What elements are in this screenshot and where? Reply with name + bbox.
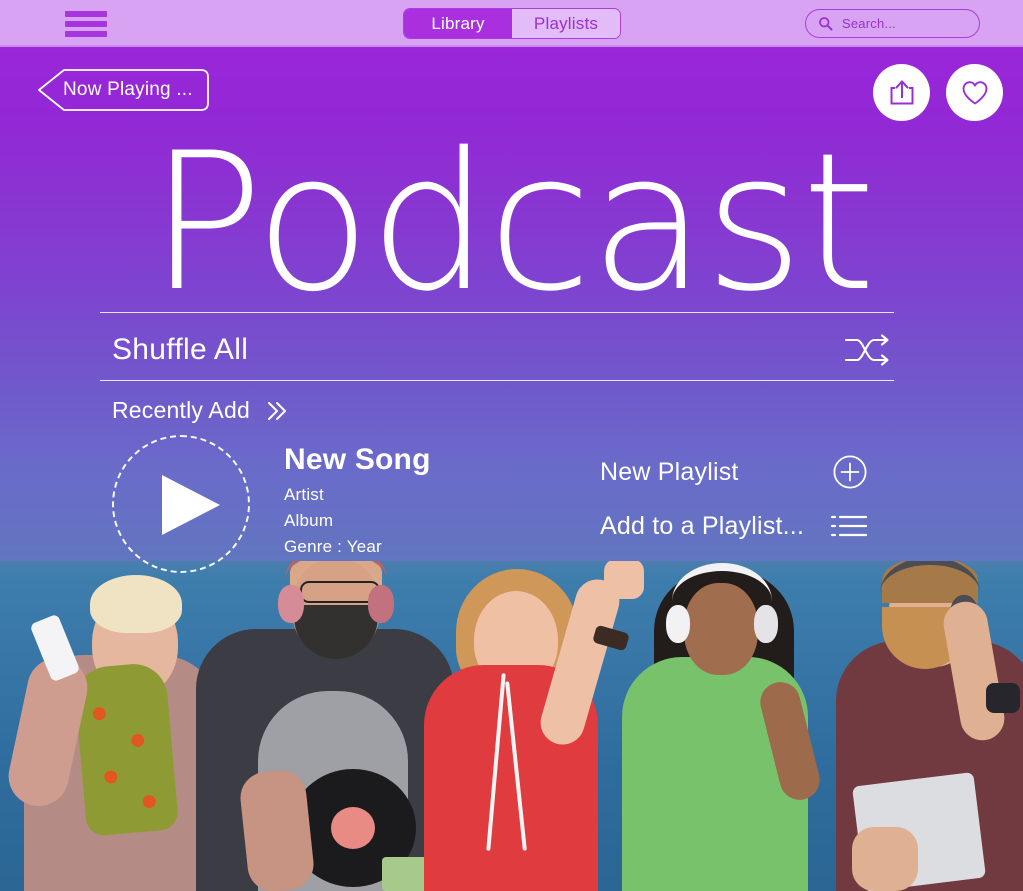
playlist-actions: New Playlist Add to a Playlist...	[600, 445, 868, 553]
hamburger-bar	[65, 31, 107, 37]
tab-library-label: Library	[431, 13, 485, 33]
new-playlist-button[interactable]: New Playlist	[600, 445, 868, 499]
shuffle-icon	[844, 334, 889, 366]
person-hand	[852, 827, 918, 891]
divider-bottom	[100, 380, 894, 381]
page-title: Podcast	[148, 112, 876, 333]
recently-added-label: Recently Add	[112, 397, 250, 423]
play-button[interactable]	[112, 435, 250, 573]
share-button[interactable]	[873, 64, 930, 121]
hero-section: Now Playing ... Podcast Shuffle All Rece…	[0, 45, 1023, 891]
headphone-earcup	[666, 605, 690, 643]
play-icon	[162, 475, 220, 535]
library-playlists-segmented-control[interactable]: Library Playlists	[403, 8, 621, 39]
heart-icon	[962, 80, 987, 104]
song-album: Album	[284, 511, 334, 530]
person-scarf	[72, 661, 180, 837]
wristwatch-prop	[986, 683, 1020, 713]
person-arm	[237, 767, 317, 891]
add-to-playlist-button[interactable]: Add to a Playlist...	[600, 499, 868, 553]
top-navigation-bar: Library Playlists Search...	[0, 0, 1023, 47]
hamburger-bar	[65, 11, 107, 17]
recently-added-link[interactable]: Recently Add	[112, 397, 290, 424]
hamburger-bar	[65, 21, 107, 27]
person-hair	[90, 575, 182, 633]
plus-circle-icon	[833, 455, 867, 489]
new-playlist-label: New Playlist	[600, 457, 739, 486]
song-artist: Artist	[284, 485, 324, 504]
list-icon	[830, 515, 868, 537]
shuffle-all-row[interactable]: Shuffle All	[100, 320, 894, 380]
headphone-earcup	[754, 605, 778, 643]
add-to-playlist-label: Add to a Playlist...	[600, 511, 805, 540]
shuffle-all-label: Shuffle All	[112, 333, 249, 366]
share-icon	[890, 80, 913, 105]
search-placeholder: Search...	[842, 16, 896, 31]
people-listening-photo	[0, 561, 1023, 891]
search-icon	[819, 17, 833, 31]
favorite-button[interactable]	[946, 64, 1003, 121]
tab-playlists-label: Playlists	[533, 13, 599, 33]
headphone-earcup	[278, 585, 304, 623]
song-metadata: New Song Artist Album Genre : Year	[284, 443, 431, 560]
headphones-prop	[284, 561, 388, 591]
double-chevron-right-icon	[267, 401, 286, 420]
now-playing-back-button[interactable]: Now Playing ...	[37, 69, 210, 111]
divider-top	[100, 312, 894, 313]
hamburger-menu-icon[interactable]	[65, 11, 107, 37]
person-figure	[836, 561, 1023, 891]
search-input[interactable]: Search...	[805, 9, 980, 38]
person-figure	[598, 561, 848, 891]
headphone-earcup	[368, 585, 394, 623]
now-playing-label: Now Playing ...	[63, 79, 193, 100]
song-title: New Song	[284, 443, 431, 476]
tab-playlists[interactable]: Playlists	[512, 9, 620, 38]
tab-library[interactable]: Library	[404, 9, 512, 38]
song-genre-year: Genre : Year	[284, 537, 382, 556]
headphones-prop	[672, 563, 772, 609]
podcast-app-screen: Library Playlists Search... Now Playing …	[0, 0, 1023, 891]
